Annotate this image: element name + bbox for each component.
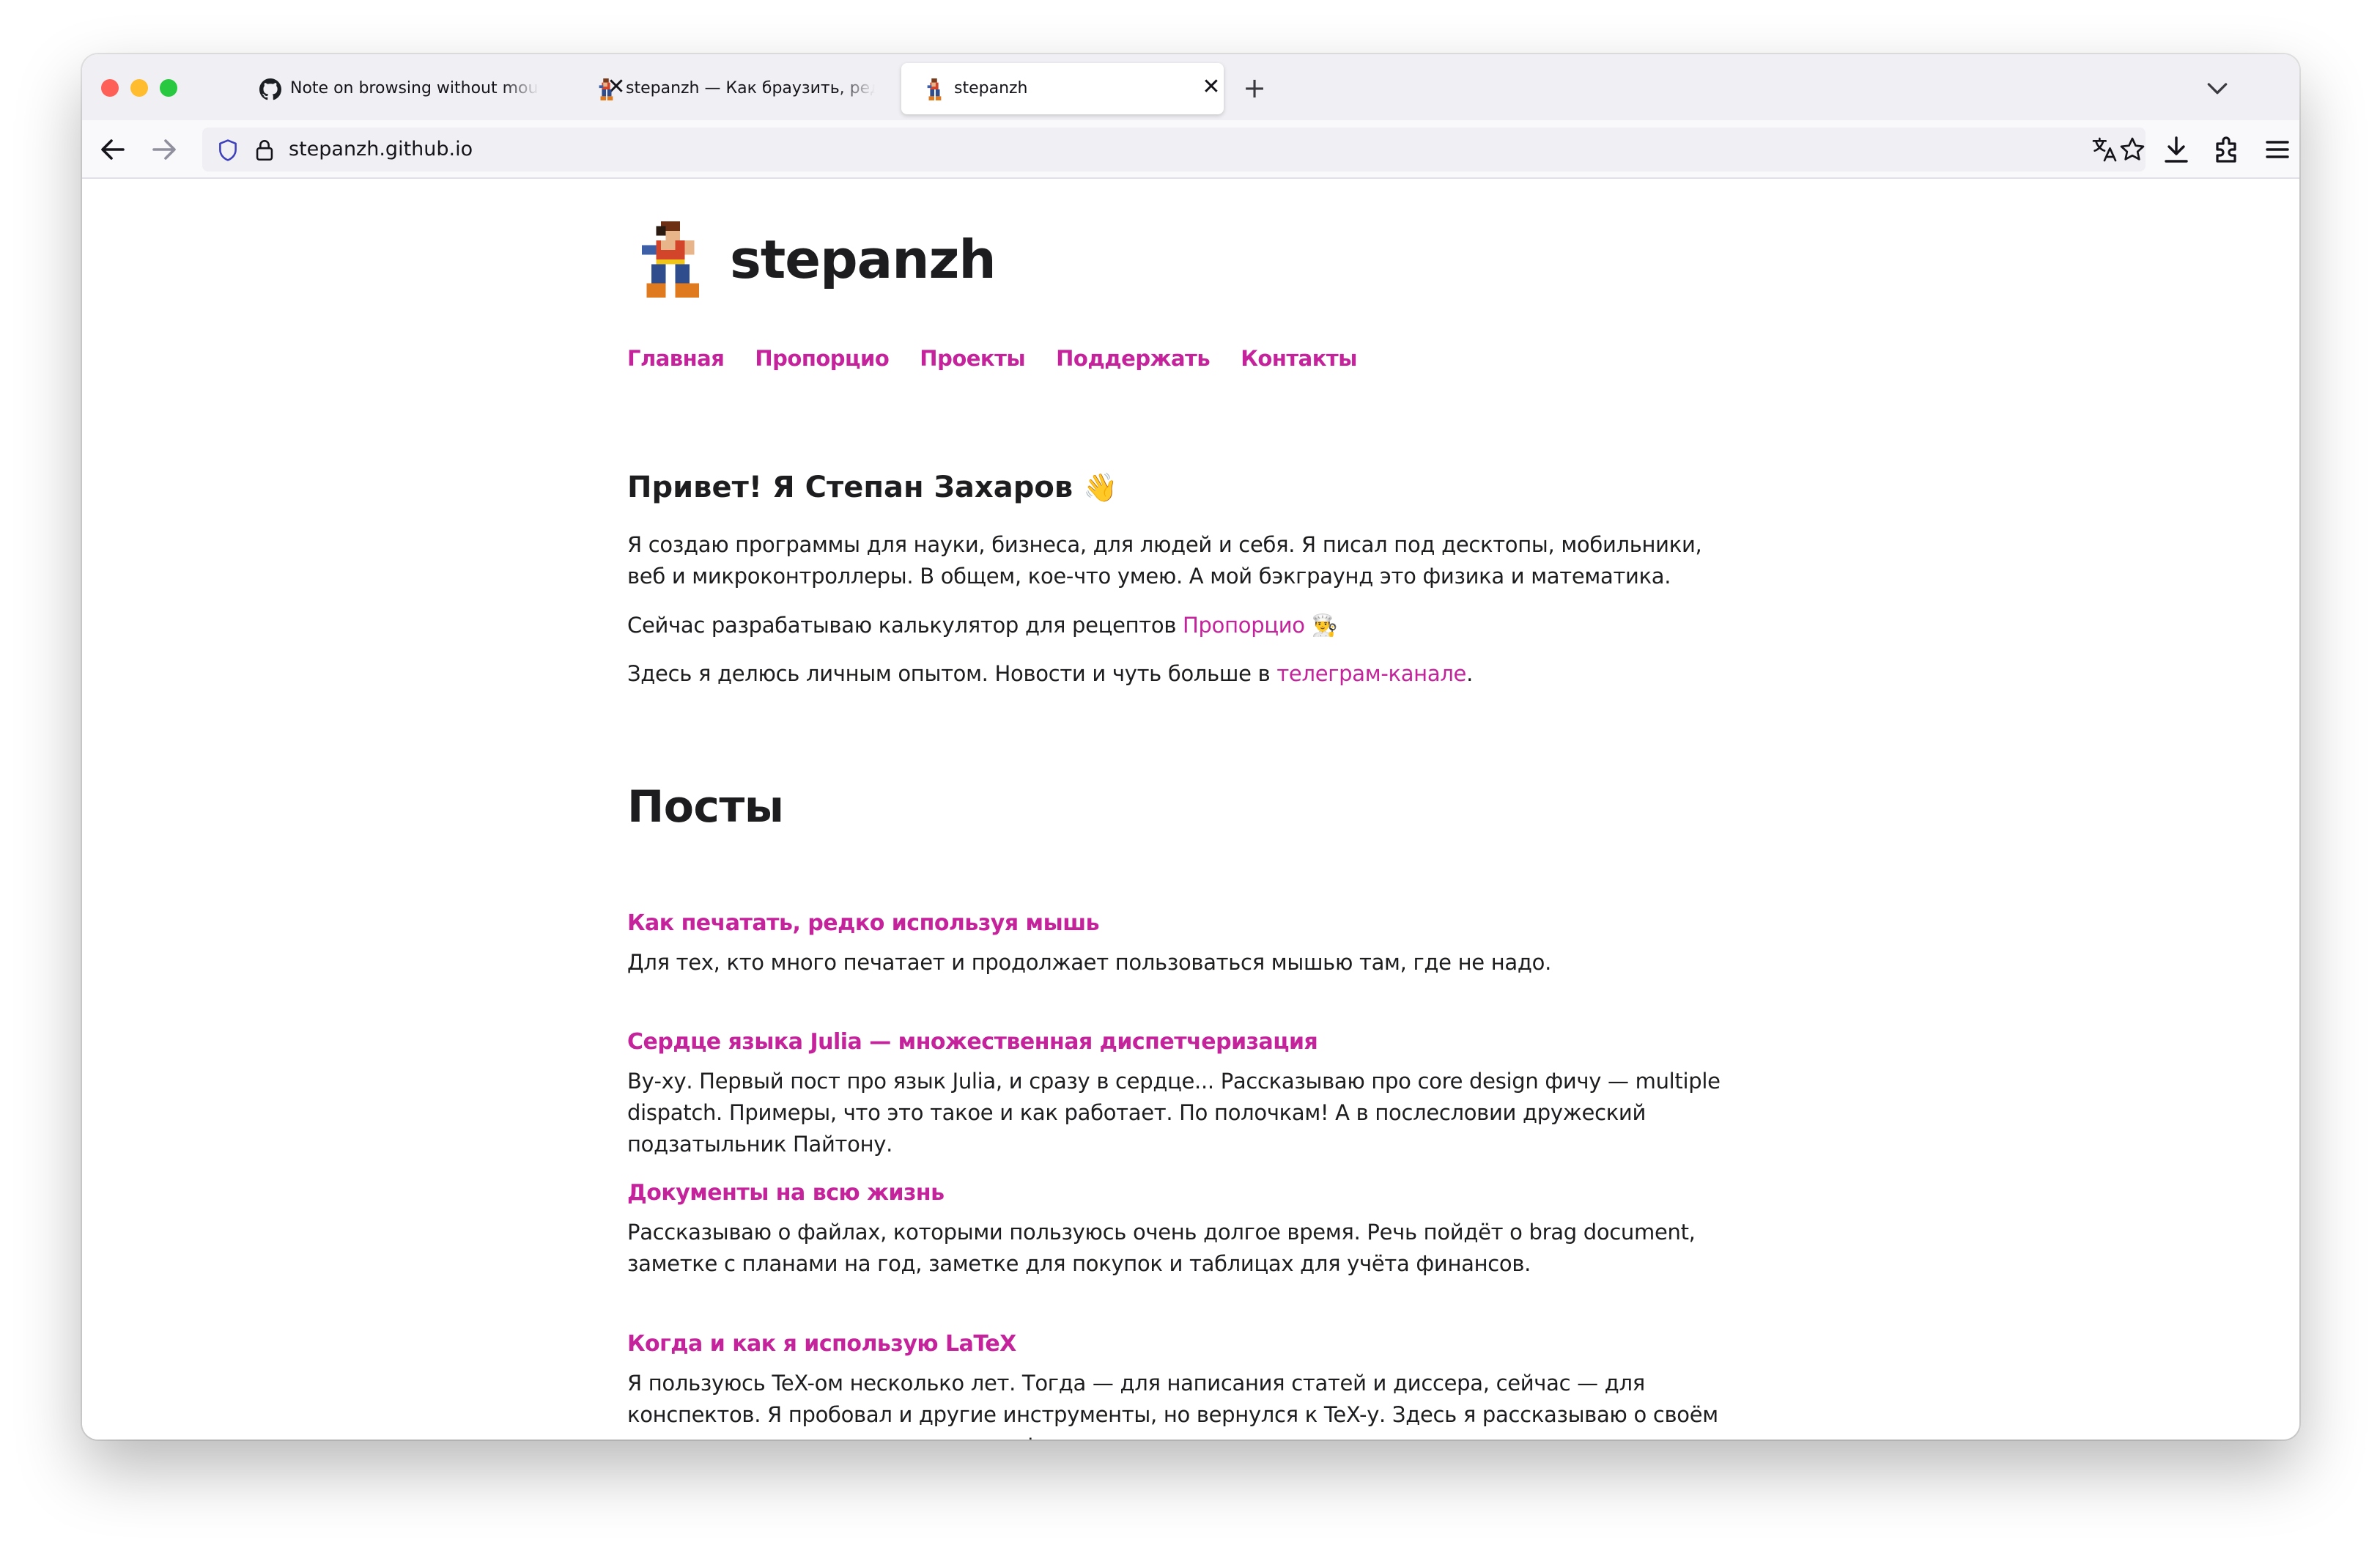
translate-icon[interactable] [2090, 135, 2119, 164]
current-project-text: Сейчас разрабатываю калькулятор для реце… [627, 613, 1183, 638]
waving-hand-emoji: 👋 [1083, 471, 1118, 504]
post-title-link[interactable]: Как печатать, редко используя мышь [627, 910, 1100, 936]
downloads-icon[interactable] [2159, 132, 2194, 167]
site-favicon-icon [599, 78, 613, 100]
nav-link-proporcio[interactable]: Пропорцио [755, 346, 889, 371]
web-page: stepanzh Главная Пропорцио Проекты Поддержа… [82, 180, 2299, 1440]
avatar-pixel-art-icon[interactable] [642, 221, 699, 298]
back-arrow-icon[interactable] [95, 132, 130, 167]
tab-title: stepanzh [954, 79, 1028, 97]
greeting-heading: Привет! Я Степан Захаров 👋 [627, 471, 1117, 504]
forward-arrow-icon[interactable] [147, 132, 182, 167]
tracking-protection-shield-icon[interactable] [215, 138, 240, 163]
post-title-link[interactable]: Сердце языка Julia — множественная диспе… [627, 1029, 1318, 1055]
current-project-paragraph: Сейчас разрабатываю калькулятор для реце… [627, 610, 1726, 641]
site-nav: Главная Пропорцио Проекты Поддержать Контакт… [627, 346, 1388, 371]
posts-heading: Посты [627, 781, 784, 833]
close-window-button[interactable] [101, 79, 119, 97]
github-icon [259, 78, 281, 100]
proporcio-link[interactable]: Пропорцио [1183, 613, 1305, 638]
intro-paragraph: Я создаю программы для науки, бизнеса, д… [627, 532, 1702, 589]
telegram-text: Здесь я делюсь личным опытом. Новости и … [627, 661, 1277, 686]
url-text[interactable]: stepanzh.github.io [289, 138, 473, 161]
post-description: Я пользуюсь TeX-ом несколько лет. Тогда … [627, 1371, 1718, 1440]
extensions-puzzle-icon[interactable] [2210, 132, 2245, 167]
telegram-text-end: . [1466, 661, 1474, 686]
tab-stepanzh-active[interactable]: stepanzh ✕ [901, 63, 1224, 114]
zoom-window-button[interactable] [160, 79, 177, 97]
cook-emoji: 👨‍🍳 [1311, 613, 1338, 638]
lock-icon[interactable] [254, 138, 276, 163]
tab-title: Note on browsing without mouse [290, 79, 539, 97]
tab-close-icon[interactable]: ✕ [1199, 75, 1224, 100]
telegram-paragraph: Здесь я делюсь личным опытом. Новости и … [627, 658, 1726, 690]
list-all-tabs-chevron-down-icon[interactable] [2203, 73, 2232, 103]
post-title-link[interactable]: Когда и как я использую LaTeX [627, 1331, 1016, 1357]
post-description: Ву-ху. Первый пост про язык Julia, и сра… [627, 1069, 1721, 1157]
telegram-channel-link[interactable]: телеграм-канале [1276, 661, 1466, 686]
greeting-text: Привет! Я Степан Захаров [627, 471, 1073, 504]
hamburger-menu-icon[interactable] [2260, 132, 2295, 167]
nav-link-support[interactable]: Поддержать [1056, 346, 1211, 371]
tab-title: stepanzh — Как браузить, редко используя… [626, 79, 875, 97]
tab-strip: Note on browsing without mouse ✕ stepanz… [82, 54, 2299, 120]
browser-window: Note on browsing without mouse ✕ stepanz… [82, 54, 2299, 1440]
post-description: Для тех, кто много печатает и продолжает… [627, 950, 1551, 975]
bookmark-star-icon[interactable] [2118, 135, 2147, 164]
nav-link-contacts[interactable]: Контакты [1241, 346, 1357, 371]
nav-link-home[interactable]: Главная [627, 346, 725, 371]
site-header: stepanzh [627, 215, 1213, 298]
minimize-window-button[interactable] [130, 79, 148, 97]
post-description: Рассказываю о файлах, которыми пользуюсь… [627, 1220, 1696, 1276]
address-bar[interactable]: stepanzh.github.io [202, 128, 2146, 172]
site-favicon-icon [927, 78, 942, 100]
site-title[interactable]: stepanzh [730, 229, 997, 290]
new-tab-button[interactable]: + [1240, 73, 1269, 103]
nav-toolbar: stepanzh.github.io [82, 120, 2299, 179]
post-title-link[interactable]: Документы на всю жизнь [627, 1180, 945, 1206]
nav-link-projects[interactable]: Проекты [920, 346, 1025, 371]
